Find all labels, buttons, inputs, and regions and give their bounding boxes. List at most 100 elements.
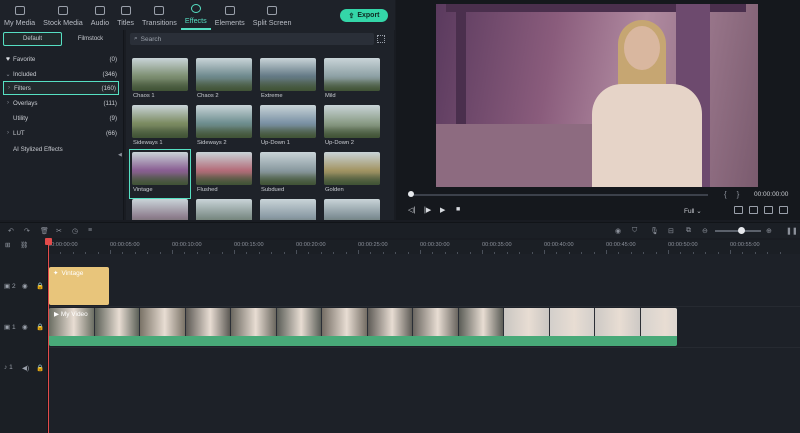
preview-timecode: 00:00:00:00 <box>754 191 789 198</box>
volume-icon[interactable] <box>764 206 773 214</box>
chevron-right-icon: › <box>7 100 9 106</box>
category-overlays[interactable]: › Overlays (111) <box>3 96 119 110</box>
library-switch: Default Filmstock <box>3 32 119 46</box>
preview-scrubber[interactable] <box>408 194 708 196</box>
media-tab-bar: My Media Stock Media Audio Titles Transi… <box>0 0 395 30</box>
timeline-ruler[interactable]: 00:00:00:00 00:00:05:00 00:00:10:00 00:00:1… <box>48 240 800 254</box>
lock-icon[interactable]: 🔒 <box>36 323 44 331</box>
collapse-panel-icon[interactable]: ◀ <box>118 152 122 158</box>
quality-select[interactable]: Full ⌄ <box>684 207 702 215</box>
stop-icon[interactable]: ■ <box>456 206 460 213</box>
zoom-out-icon[interactable]: ⊖ <box>702 227 708 235</box>
adjust-icon[interactable]: ≡ <box>88 227 92 234</box>
snapshot-icon[interactable] <box>749 206 758 214</box>
effect-name: Flushed <box>197 187 218 193</box>
tab-my-media[interactable]: My Media <box>0 0 39 30</box>
microphone-icon[interactable]: 🎙 <box>650 227 659 235</box>
effect-tile[interactable]: Subdued <box>260 152 316 196</box>
ruler-label: 00:00:30:00 <box>420 242 450 248</box>
effect-tile[interactable]: Chaos 1 <box>132 58 188 102</box>
filmstock-tab[interactable]: Filmstock <box>62 32 119 46</box>
chevron-down-icon: ⌄ <box>5 71 11 78</box>
effect-tile[interactable]: Vintage <box>129 149 191 199</box>
tab-elements[interactable]: Elements <box>211 0 249 30</box>
ruler-label: 00:00:50:00 <box>668 242 698 248</box>
tab-effects[interactable]: Effects <box>180 0 211 30</box>
effect-tile[interactable]: Golden <box>324 152 380 196</box>
playhead-handle[interactable] <box>45 238 52 245</box>
clip-audio-waveform <box>49 336 677 346</box>
track-1-header: ▣ 1 <box>4 324 16 331</box>
effect-tile[interactable] <box>260 199 316 220</box>
tab-transitions[interactable]: Transitions <box>138 0 181 30</box>
timer-icon[interactable]: ◷ <box>72 227 78 235</box>
step-back-icon[interactable]: ◁| <box>408 206 415 214</box>
volume-icon[interactable]: ◀) <box>22 364 29 372</box>
effect-tile[interactable]: Sideways 2 <box>196 105 252 149</box>
tab-stock-media[interactable]: Stock Media <box>39 0 87 30</box>
effect-tile[interactable]: Up-Down 2 <box>324 105 380 149</box>
scrubber-handle[interactable] <box>408 191 414 197</box>
eye-icon[interactable]: ◉ <box>22 323 28 331</box>
text-icon[interactable]: ⊟ <box>668 227 674 235</box>
redo-icon[interactable]: ↷ <box>24 227 30 235</box>
category-ai-stylized-effects[interactable]: AI Stylized Effects <box>3 142 119 156</box>
add-track-icon[interactable]: ⊞ <box>5 241 10 249</box>
effect-tile[interactable] <box>324 199 380 220</box>
effect-clip-vintage[interactable]: ✦ Vintage <box>49 267 109 305</box>
effect-name: Sideways 2 <box>197 140 227 146</box>
lock-icon[interactable]: 🔒 <box>36 282 44 290</box>
zoom-in-icon[interactable]: ⊕ <box>766 227 772 235</box>
category-included[interactable]: ⌄ Included (346) <box>3 67 119 81</box>
export-button[interactable]: ⇪ Export <box>340 9 388 22</box>
effect-thumbnail <box>324 152 380 185</box>
effect-thumbnail <box>196 58 252 91</box>
in-out-markers[interactable]: {} <box>724 190 749 199</box>
effect-name: Chaos 1 <box>133 93 155 99</box>
monitor-icon[interactable] <box>734 206 743 214</box>
play-icon[interactable]: ▶ <box>440 206 445 214</box>
category-lut[interactable]: › LUT (66) <box>3 126 119 140</box>
grid-view-icon[interactable] <box>377 35 385 43</box>
titles-icon <box>120 6 131 15</box>
export-icon: ⇪ <box>348 12 355 20</box>
lock-icon[interactable]: 🔒 <box>36 364 44 372</box>
eye-icon[interactable]: ◉ <box>22 282 28 290</box>
undo-icon[interactable]: ↶ <box>8 227 14 235</box>
search-input[interactable] <box>140 35 341 43</box>
tab-audio[interactable]: Audio <box>87 0 113 30</box>
frame-back-icon[interactable]: |▶ <box>424 206 431 214</box>
effect-tile[interactable] <box>196 199 252 220</box>
effect-tile[interactable]: Flushed <box>196 152 252 196</box>
link-icon[interactable]: ⛓ <box>20 241 28 249</box>
effect-tile[interactable] <box>132 199 188 220</box>
layers-icon[interactable]: ⧉ <box>686 227 691 235</box>
delete-icon[interactable]: 🗑 <box>40 227 49 235</box>
tab-titles[interactable]: Titles <box>113 0 138 30</box>
category-favorite[interactable]: ♥ Favorite (0) <box>3 52 119 66</box>
video-clip[interactable]: ▶ My Video <box>49 308 677 346</box>
shield-icon[interactable]: ⛉ <box>632 227 637 235</box>
effect-tile[interactable]: Chaos 2 <box>196 58 252 102</box>
heart-icon: ♥ <box>5 55 11 63</box>
render-icon[interactable]: ◉ <box>615 227 621 235</box>
effect-thumbnail <box>260 105 316 138</box>
default-tab[interactable]: Default <box>3 32 62 46</box>
pause-icon[interactable]: ❚❚ <box>786 227 798 235</box>
zoom-slider-handle[interactable] <box>738 227 745 234</box>
ruler-label: 00:00:25:00 <box>358 242 388 248</box>
split-screen-icon <box>267 6 278 15</box>
playhead[interactable] <box>48 238 49 433</box>
fullscreen-icon[interactable] <box>779 206 788 214</box>
effect-tile[interactable]: Up-Down 1 <box>260 105 316 149</box>
effect-tile[interactable]: Mild <box>324 58 380 102</box>
cut-icon[interactable]: ✂ <box>56 227 62 235</box>
ruler-label: 00:00:00:00 <box>48 242 78 248</box>
tab-split-screen[interactable]: Split Screen <box>249 0 296 30</box>
effect-tile[interactable]: Extreme <box>260 58 316 102</box>
effect-name: Up-Down 2 <box>325 140 354 146</box>
effect-tile[interactable]: Sideways 1 <box>132 105 188 149</box>
audio-track-header: ♪ 1 <box>4 364 13 371</box>
category-filters[interactable]: › Filters (160) <box>3 81 119 95</box>
category-utility[interactable]: Utility (9) <box>3 111 119 125</box>
